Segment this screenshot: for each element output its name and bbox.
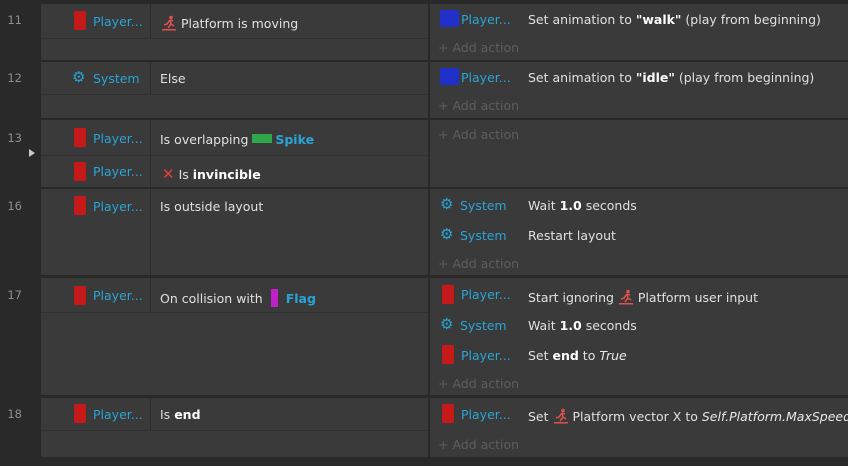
row-divider <box>41 94 428 95</box>
player-object-icon <box>442 404 454 423</box>
condition-text[interactable]: On collision with Flag <box>160 289 316 307</box>
action-object-name[interactable]: System <box>460 198 507 213</box>
action-text-mid: to <box>578 348 600 363</box>
event-line-number: 11 <box>7 13 22 27</box>
row-divider <box>41 38 428 39</box>
event-line-number: 13 <box>7 131 22 145</box>
action-text-italic: True <box>599 348 627 363</box>
condition-text[interactable]: ✕ Is invincible <box>162 165 261 183</box>
event-line-number: 18 <box>7 407 22 421</box>
action-text-pre: Set <box>528 348 553 363</box>
add-action-button[interactable]: + Add action <box>438 256 519 271</box>
action-text[interactable]: Restart layout <box>528 228 616 243</box>
add-action-button[interactable]: + Add action <box>438 40 519 55</box>
player-object-icon <box>74 11 86 30</box>
spike-object-icon <box>252 134 273 143</box>
platform-behavior-icon <box>553 408 569 424</box>
condition-text[interactable]: Platform is moving <box>161 15 298 31</box>
action-object-name[interactable]: Player... <box>461 70 511 85</box>
condition-object-name[interactable]: Player... <box>93 288 143 303</box>
flag-object-icon <box>270 289 278 307</box>
platform-behavior-icon <box>161 15 177 31</box>
action-text-bold: 1.0 <box>559 318 582 333</box>
action-object-name[interactable]: System <box>460 228 507 243</box>
action-text-post: seconds <box>581 318 637 333</box>
action-text[interactable]: Wait 1.0 seconds <box>528 318 637 333</box>
action-object-name[interactable]: Player... <box>461 348 511 363</box>
condition-text-pre: Is <box>178 167 193 182</box>
action-text-post: (play from beginning) <box>681 12 821 27</box>
inverted-condition-icon: ✕ <box>162 165 175 183</box>
add-action-button[interactable]: + Add action <box>438 376 519 391</box>
condition-text[interactable]: Is outside layout <box>160 199 263 214</box>
action-object-name[interactable]: Player... <box>461 12 511 27</box>
action-text-bold: "walk" <box>635 12 682 27</box>
action-text-bold: 1.0 <box>559 198 582 213</box>
action-text-post: Platform user input <box>637 290 759 305</box>
action-text[interactable]: Set animation to "walk" (play from begin… <box>528 12 821 27</box>
condition-target-name[interactable]: Flag <box>286 291 316 306</box>
condition-object-name[interactable]: Player... <box>93 164 143 179</box>
row-divider <box>41 430 428 431</box>
condition-text-pre: On collision with <box>160 291 267 306</box>
event-line-number: 17 <box>7 288 22 302</box>
system-gear-icon: ⚙ <box>440 225 454 243</box>
action-text-italic: Self.Platform.MaxSpeed <box>701 409 848 424</box>
action-object-name[interactable]: Player... <box>461 287 511 302</box>
player-object-icon <box>442 345 454 364</box>
condition-text[interactable]: Is overlapping Spike <box>160 132 314 147</box>
player-object-icon <box>74 128 86 147</box>
action-text-post: Platform vector X to <box>572 409 702 424</box>
action-text-bold: end <box>552 348 579 363</box>
action-object-name[interactable]: Player... <box>461 407 511 422</box>
player-object-icon <box>74 162 86 181</box>
action-text[interactable]: Wait 1.0 seconds <box>528 198 637 213</box>
action-text[interactable]: Set animation to "idle" (play from begin… <box>528 70 814 85</box>
add-action-button[interactable]: + Add action <box>438 127 519 142</box>
player-object-icon <box>440 68 459 85</box>
condition-object-name[interactable]: System <box>93 71 140 86</box>
condition-text-pre: Is <box>160 407 175 422</box>
event-line-number: 12 <box>7 71 22 85</box>
action-object-name[interactable]: System <box>460 318 507 333</box>
platform-behavior-icon <box>618 289 634 305</box>
condition-target-name[interactable]: Spike <box>275 132 314 147</box>
action-text-pre: Set animation to <box>528 12 636 27</box>
player-object-icon <box>440 10 459 27</box>
condition-text-bold: invincible <box>192 167 261 182</box>
condition-object-name[interactable]: Player... <box>93 199 143 214</box>
event-line-number: 16 <box>7 199 22 213</box>
action-text-pre: Start ignoring <box>528 290 618 305</box>
add-action-button[interactable]: + Add action <box>438 98 519 113</box>
system-gear-icon: ⚙ <box>440 195 454 213</box>
action-text[interactable]: Set end to True <box>528 348 627 363</box>
condition-text[interactable]: Is end <box>160 407 201 422</box>
system-gear-icon: ⚙ <box>440 315 454 333</box>
player-object-icon <box>442 285 454 304</box>
condition-object-name[interactable]: Player... <box>93 14 143 29</box>
condition-text-pre: Is overlapping <box>160 132 253 147</box>
action-text-post: (play from beginning) <box>674 70 815 85</box>
condition-text-bold: end <box>174 407 201 422</box>
condition-object-name[interactable]: Player... <box>93 407 143 422</box>
player-object-icon <box>74 196 86 215</box>
row-divider <box>41 155 428 156</box>
condition-object-name[interactable]: Player... <box>93 131 143 146</box>
condition-label: Platform is moving <box>180 16 299 31</box>
action-text-post: seconds <box>581 198 637 213</box>
condition-text[interactable]: Else <box>160 71 186 86</box>
system-gear-icon: ⚙ <box>72 68 86 86</box>
action-text-pre: Wait <box>528 318 560 333</box>
row-divider <box>41 312 428 313</box>
action-text-pre: Set animation to <box>528 70 636 85</box>
action-text[interactable]: Start ignoring Platform user input <box>528 289 758 305</box>
player-object-icon <box>74 404 86 423</box>
action-text-pre: Set <box>528 409 553 424</box>
action-text-pre: Wait <box>528 198 560 213</box>
action-text-bold: "idle" <box>635 70 675 85</box>
collapse-toggle-icon[interactable] <box>29 149 35 157</box>
action-text[interactable]: Set Platform vector X to Self.Platform.M… <box>528 408 848 424</box>
add-action-button[interactable]: + Add action <box>438 437 519 452</box>
player-object-icon <box>74 286 86 305</box>
